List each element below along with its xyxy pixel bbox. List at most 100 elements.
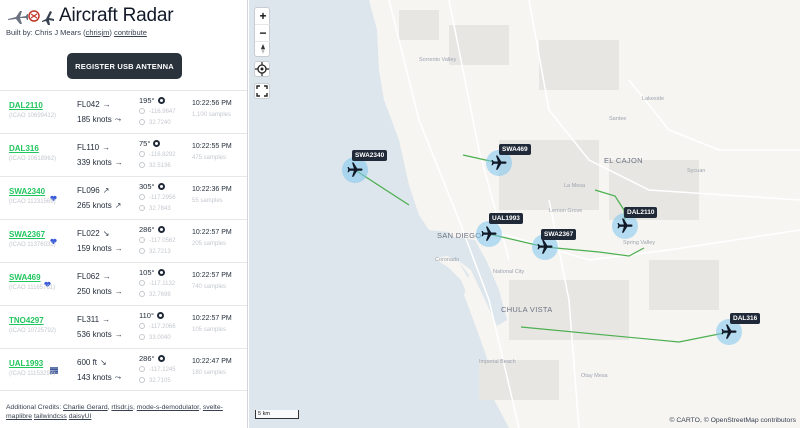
flight-last-seen: 10:22:57 PM xyxy=(192,229,232,236)
flight-samples: 55 samples xyxy=(192,198,223,204)
flight-latitude: 32.7698 xyxy=(139,291,171,298)
zoom-in-button[interactable]: + xyxy=(255,8,271,24)
altitude-trend-icon: → xyxy=(102,315,111,324)
flight-altitude: FL110 → xyxy=(77,143,110,152)
flight-longitude: -117.1132 xyxy=(139,280,175,287)
flight-heading: 195° xyxy=(139,96,165,105)
altitude-value: FL311 xyxy=(77,315,100,324)
longitude-value: -116.9647 xyxy=(149,109,176,115)
credit-link[interactable]: rtlsdr.js xyxy=(111,404,133,411)
flight-row[interactable]: DAL2110 (ICAO 10699412) FL042 → 185 knots ⤳ 19… xyxy=(0,90,247,133)
flight-latitude: 32.7240 xyxy=(139,119,171,126)
altitude-trend-icon: ↘ xyxy=(102,229,110,238)
flight-longitude: -116.8292 xyxy=(139,151,176,158)
fullscreen-button[interactable] xyxy=(254,83,270,99)
register-usb-antenna-button[interactable]: REGISTER USB ANTENNA xyxy=(67,53,182,79)
compass-icon xyxy=(261,44,265,54)
flight-row[interactable]: SWA2340 (ICAO 11231569) FL096 ↗ 265 knots ↗ 30… xyxy=(0,176,247,219)
map-label-spring-valley: Spring Valley xyxy=(623,240,655,246)
longitude-value: -117.2956 xyxy=(149,195,176,201)
flight-callsign-link[interactable]: DAL2110 xyxy=(9,101,43,110)
flight-icao: (ICAO 10618962) xyxy=(9,156,57,162)
map-label-la-mesa: La Mesa xyxy=(564,183,586,189)
heading-value: 286° xyxy=(139,225,155,234)
flight-row[interactable]: TNO4297 (ICAO 10725792) FL311 → 536 knots → 11… xyxy=(0,305,247,348)
credit-link[interactable]: Charlie Gerard xyxy=(63,404,108,411)
heading-value: 286° xyxy=(139,354,155,363)
flight-altitude: FL042 → xyxy=(77,100,111,109)
flight-row[interactable]: SWA469 (ICAO 11165761) FL062 → 250 knots → 105… xyxy=(0,262,247,305)
latitude-value: 32.7105 xyxy=(149,378,171,384)
flight-callsign-link[interactable]: SWA2367 xyxy=(9,230,45,239)
credit-link[interactable]: daisyUI xyxy=(69,413,92,420)
map-label-lakeside: Lakeside xyxy=(642,96,665,102)
credits: Additional Credits: Charlie Gerard, rtls… xyxy=(6,404,223,420)
compass-button[interactable] xyxy=(255,41,271,57)
longitude-value: -116.8292 xyxy=(149,152,176,158)
flight-heading: 286° xyxy=(139,225,165,234)
map-label-santee: Santee xyxy=(609,116,627,122)
longitude-value: -117.1132 xyxy=(149,281,176,287)
flight-callsign-link[interactable]: DAL316 xyxy=(9,144,39,153)
flight-longitude: -116.9647 xyxy=(139,108,176,115)
heading-value: 75° xyxy=(139,139,151,148)
longitude-value: -117.0562 xyxy=(149,238,176,244)
geolocate-button[interactable] xyxy=(254,61,270,77)
flight-longitude: -117.2066 xyxy=(139,323,176,330)
flight-speed: 265 knots ↗ xyxy=(77,201,121,210)
heading-icon xyxy=(157,183,165,190)
contribute-link[interactable]: contribute xyxy=(114,28,147,37)
altitude-value: FL096 xyxy=(77,186,100,195)
zoom-control: + − xyxy=(254,7,271,57)
globe-icon xyxy=(139,162,145,168)
map-label-otay-mesa: Otay Mesa xyxy=(581,373,608,379)
flight-altitude: FL062 → xyxy=(77,272,111,281)
credit-link[interactable]: tailwindcss xyxy=(34,413,67,420)
latitude-value: 32.5136 xyxy=(149,163,171,169)
altitude-trend-icon: → xyxy=(102,143,111,152)
aircraft-callsign-tag: DAL2110 xyxy=(624,207,658,218)
flight-latitude: 33.0040 xyxy=(139,334,171,341)
flight-row[interactable]: DAL316 (ICAO 10618962) FL110 → 339 knots → 75°… xyxy=(0,133,247,176)
sidebar: Aircraft Radar Built by: Chris J Mears (… xyxy=(0,0,248,428)
heading-icon xyxy=(157,97,165,104)
airplane-icon xyxy=(347,162,363,177)
heading-value: 305° xyxy=(139,182,155,191)
speed-value: 265 knots xyxy=(77,201,112,210)
flight-icao: (ICAO 11165761) xyxy=(9,285,56,291)
flight-longitude: -117.1245 xyxy=(139,366,176,373)
airplane-icon xyxy=(537,239,553,254)
flight-last-seen: 10:22:56 PM xyxy=(192,100,232,107)
flight-speed: 339 knots → xyxy=(77,158,123,167)
credit-link[interactable]: mode-s-demodulator xyxy=(137,404,199,411)
altitude-trend-icon: → xyxy=(102,272,111,281)
globe-icon xyxy=(139,151,145,157)
flight-row[interactable]: SWA2367 (ICAO 11376031) FL022 ↘ 159 knots → 28… xyxy=(0,219,247,262)
flight-altitude: FL311 → xyxy=(77,315,110,324)
flight-callsign-link[interactable]: SWA469 xyxy=(9,273,41,282)
flight-callsign-link[interactable]: UAL1993 xyxy=(9,359,43,368)
airplane-icon xyxy=(491,155,507,170)
latitude-value: 32.7240 xyxy=(149,120,171,126)
globe-icon xyxy=(139,280,145,286)
heading-icon xyxy=(157,269,165,276)
aircraft-callsign-tag: SWA469 xyxy=(499,144,531,155)
flight-longitude: -117.2956 xyxy=(139,194,176,201)
flight-samples: 205 samples xyxy=(192,241,227,247)
flight-row[interactable]: UAL1993 (ICAO 11153292) 600 ft ↘ 143 knots ⤳ 2… xyxy=(0,348,247,391)
altitude-value: FL062 xyxy=(77,272,100,281)
latitude-value: 32.7698 xyxy=(149,292,171,298)
heading-icon xyxy=(157,355,165,362)
flight-callsign-link[interactable]: TNO4297 xyxy=(9,316,44,325)
speed-value: 250 knots xyxy=(77,287,112,296)
aircraft-marker[interactable] xyxy=(476,221,502,247)
altitude-trend-icon: ↘ xyxy=(100,358,107,367)
zoom-out-button[interactable]: − xyxy=(255,24,271,40)
map-label-coronado: Coronado xyxy=(435,257,460,263)
author-link[interactable]: chrisjm xyxy=(86,28,110,37)
latitude-value: 33.0040 xyxy=(149,335,171,341)
globe-icon xyxy=(139,366,145,372)
airplane-icon xyxy=(721,324,737,339)
flight-callsign-link[interactable]: SWA2340 xyxy=(9,187,45,196)
map[interactable]: Sorrento Valley Lakeside Santee EL CAJON… xyxy=(249,0,800,428)
